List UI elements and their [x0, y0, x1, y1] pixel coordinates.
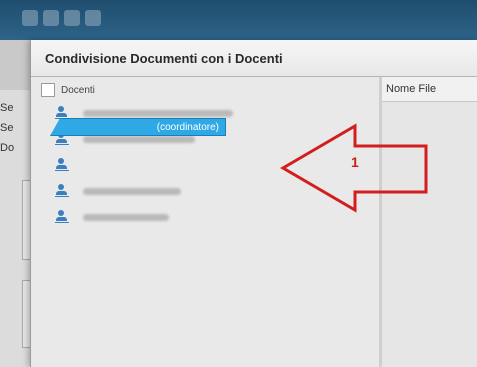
annotation-arrow-icon — [280, 123, 428, 213]
annotation-number: 1 — [351, 154, 359, 170]
